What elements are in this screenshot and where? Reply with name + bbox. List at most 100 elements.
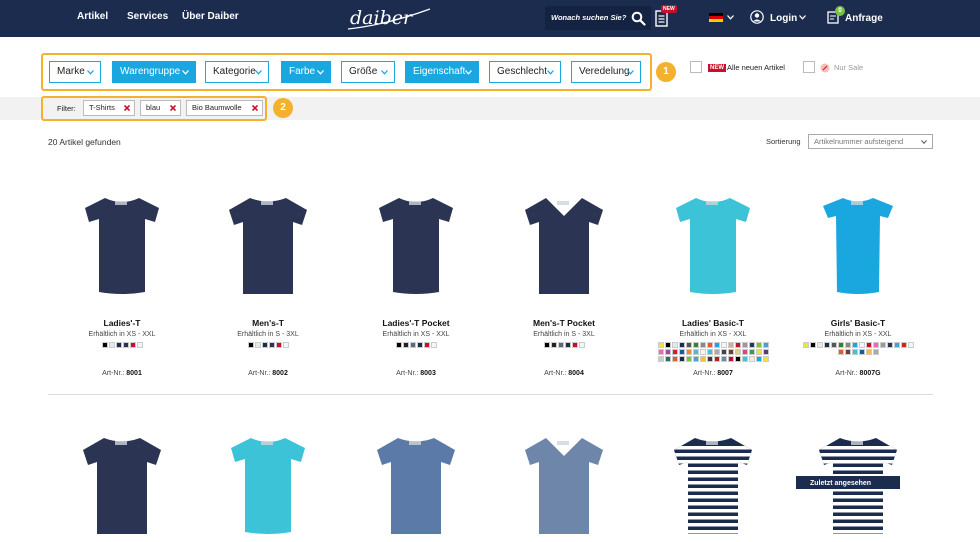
color-swatch[interactable] bbox=[734, 342, 741, 348]
remove-icon[interactable] bbox=[170, 105, 176, 111]
search-input[interactable]: Wonach suchen Sie? bbox=[551, 13, 626, 22]
filter-chip-bio-baumwolle[interactable]: Bio Baumwolle bbox=[186, 100, 263, 116]
color-swatch[interactable] bbox=[816, 342, 823, 348]
color-swatch[interactable] bbox=[844, 349, 851, 355]
product-image[interactable] bbox=[668, 432, 758, 542]
color-swatch[interactable] bbox=[423, 342, 430, 348]
color-swatch[interactable] bbox=[720, 342, 727, 348]
color-swatch[interactable] bbox=[762, 356, 769, 362]
color-swatch[interactable] bbox=[879, 342, 886, 348]
color-swatch[interactable] bbox=[247, 342, 254, 348]
color-swatch[interactable] bbox=[720, 349, 727, 355]
product-image[interactable] bbox=[813, 192, 903, 302]
color-swatch[interactable] bbox=[699, 349, 706, 355]
product-name[interactable]: Ladies'-T Pocket bbox=[346, 318, 486, 328]
filter-dropdown-2[interactable]: Kategorie bbox=[205, 61, 269, 83]
color-swatch[interactable] bbox=[564, 342, 571, 348]
color-swatch[interactable] bbox=[692, 349, 699, 355]
color-swatch[interactable] bbox=[692, 342, 699, 348]
product-name[interactable]: Girls' Basic-T bbox=[788, 318, 928, 328]
filter-dropdown-1[interactable]: Warengruppe bbox=[112, 61, 196, 83]
color-swatch[interactable] bbox=[858, 342, 865, 348]
product-image[interactable] bbox=[371, 432, 461, 542]
nav-item-services[interactable]: Services bbox=[127, 11, 168, 22]
color-swatch[interactable] bbox=[844, 342, 851, 348]
color-swatch[interactable] bbox=[550, 342, 557, 348]
color-swatch[interactable] bbox=[685, 342, 692, 348]
color-swatch[interactable] bbox=[762, 342, 769, 348]
color-swatch[interactable] bbox=[830, 342, 837, 348]
color-swatch[interactable] bbox=[664, 349, 671, 355]
color-swatch[interactable] bbox=[402, 342, 409, 348]
product-image[interactable] bbox=[519, 432, 609, 542]
color-swatch[interactable] bbox=[802, 342, 809, 348]
color-swatch[interactable] bbox=[872, 349, 879, 355]
search-icon[interactable] bbox=[631, 11, 646, 26]
color-swatch[interactable] bbox=[699, 356, 706, 362]
nav-item-ueber-daiber[interactable]: Über Daiber bbox=[182, 11, 239, 22]
color-swatch[interactable] bbox=[571, 342, 578, 348]
color-swatch[interactable] bbox=[741, 356, 748, 362]
color-swatch[interactable] bbox=[762, 349, 769, 355]
filter-dropdown-7[interactable]: Veredelung bbox=[571, 61, 641, 83]
color-swatch[interactable] bbox=[692, 356, 699, 362]
color-swatch[interactable] bbox=[395, 342, 402, 348]
color-swatch[interactable] bbox=[657, 342, 664, 348]
chevron-down-icon[interactable] bbox=[799, 15, 806, 20]
product-image[interactable] bbox=[77, 432, 167, 542]
color-swatch[interactable] bbox=[837, 342, 844, 348]
new-items-checkbox[interactable] bbox=[690, 61, 702, 73]
color-swatch[interactable] bbox=[706, 349, 713, 355]
color-swatch[interactable] bbox=[122, 342, 129, 348]
color-swatch[interactable] bbox=[865, 342, 872, 348]
color-swatch[interactable] bbox=[727, 342, 734, 348]
color-swatch[interactable] bbox=[727, 349, 734, 355]
color-swatch[interactable] bbox=[755, 349, 762, 355]
color-swatch[interactable] bbox=[706, 342, 713, 348]
filter-dropdown-0[interactable]: Marke bbox=[49, 61, 101, 83]
color-swatch[interactable] bbox=[275, 342, 282, 348]
color-swatch[interactable] bbox=[755, 342, 762, 348]
color-swatch[interactable] bbox=[108, 342, 115, 348]
product-name[interactable]: Men's-T Pocket bbox=[494, 318, 634, 328]
color-swatch[interactable] bbox=[115, 342, 122, 348]
sale-checkbox[interactable] bbox=[803, 61, 815, 73]
color-swatch[interactable] bbox=[254, 342, 261, 348]
color-swatch[interactable] bbox=[664, 342, 671, 348]
color-swatch[interactable] bbox=[671, 342, 678, 348]
color-swatch[interactable] bbox=[748, 342, 755, 348]
color-swatch[interactable] bbox=[741, 342, 748, 348]
remove-icon[interactable] bbox=[252, 105, 258, 111]
color-swatch[interactable] bbox=[734, 349, 741, 355]
color-swatch[interactable] bbox=[720, 356, 727, 362]
color-swatch[interactable] bbox=[713, 356, 720, 362]
color-swatch[interactable] bbox=[893, 342, 900, 348]
filter-chip-blau[interactable]: blau bbox=[140, 100, 181, 116]
daiber-logo[interactable]: daiber bbox=[346, 3, 432, 33]
color-swatch[interactable] bbox=[416, 342, 423, 348]
color-swatch[interactable] bbox=[809, 342, 816, 348]
color-swatch[interactable] bbox=[734, 356, 741, 362]
filter-dropdown-3[interactable]: Farbe bbox=[281, 61, 331, 83]
color-swatch[interactable] bbox=[671, 356, 678, 362]
chevron-down-icon[interactable] bbox=[727, 15, 734, 20]
color-swatch[interactable] bbox=[706, 356, 713, 362]
color-swatch[interactable] bbox=[872, 342, 879, 348]
color-swatch[interactable] bbox=[557, 342, 564, 348]
color-swatch[interactable] bbox=[657, 356, 664, 362]
product-image[interactable] bbox=[223, 192, 313, 302]
color-swatch[interactable] bbox=[678, 356, 685, 362]
color-swatch[interactable] bbox=[727, 356, 734, 362]
color-swatch[interactable] bbox=[699, 342, 706, 348]
color-swatch[interactable] bbox=[409, 342, 416, 348]
color-swatch[interactable] bbox=[261, 342, 268, 348]
color-swatch[interactable] bbox=[741, 349, 748, 355]
color-swatch[interactable] bbox=[268, 342, 275, 348]
color-swatch[interactable] bbox=[748, 356, 755, 362]
color-swatch[interactable] bbox=[678, 342, 685, 348]
search-box[interactable]: Wonach suchen Sie? bbox=[545, 6, 651, 30]
color-swatch[interactable] bbox=[543, 342, 550, 348]
color-swatch[interactable] bbox=[858, 349, 865, 355]
sort-select[interactable]: Artikelnummer aufsteigend bbox=[808, 134, 933, 149]
color-swatch[interactable] bbox=[907, 342, 914, 348]
